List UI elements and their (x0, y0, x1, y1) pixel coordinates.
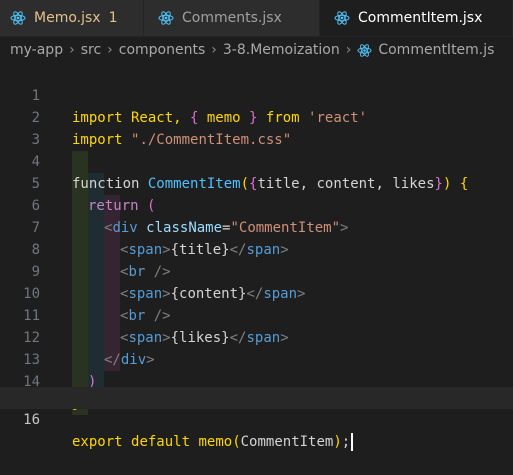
tab-bar: Memo.jsx 1 Comments.jsx CommentItem.jsx (0, 0, 513, 37)
code-line: 6 <div className="CommentItem"> (0, 173, 513, 236)
breadcrumb-item[interactable]: CommentItem.js (378, 42, 494, 58)
tab-label: Comments.jsx (182, 10, 282, 26)
line-number: 16 (23, 412, 40, 428)
breadcrumb-item[interactable]: src (81, 42, 101, 58)
code-line: 5 return ( (0, 151, 513, 214)
react-icon (10, 10, 26, 26)
current-code-line: 16 export default memo(CommentItem); (0, 387, 513, 451)
code-line: 10 <br /> (0, 261, 513, 324)
tab-comments[interactable]: Comments.jsx (144, 0, 320, 36)
code-line: 12 </div> (0, 305, 513, 368)
chevron-right-icon: › (211, 42, 217, 58)
tab-label: Memo.jsx (34, 10, 101, 26)
react-icon (357, 43, 372, 58)
tab-memo[interactable]: Memo.jsx 1 (0, 0, 144, 36)
tab-label: CommentItem.jsx (358, 10, 483, 26)
code-text: export default memo(CommentItem); (72, 431, 354, 453)
code-line: 2 import "./CommentItem.css" (0, 85, 513, 148)
breadcrumb-item[interactable]: 3-8.Memoization (223, 42, 340, 58)
code-line: 13 ) (0, 327, 513, 390)
breadcrumb: my-app › src › components › 3-8.Memoizat… (0, 37, 513, 63)
tab-commentitem[interactable]: CommentItem.jsx (320, 0, 513, 36)
code-line: 7 <span>{title}</span> (0, 195, 513, 258)
chevron-right-icon: › (69, 42, 75, 58)
code-line: 14 } (0, 349, 513, 412)
code-line: 11 <span>{likes}</span> (0, 283, 513, 346)
code-line: 3 (0, 107, 513, 148)
chevron-right-icon: › (345, 42, 352, 58)
react-icon (334, 10, 350, 26)
problem-count-badge: 1 (108, 10, 118, 26)
breadcrumb-item[interactable]: components (119, 42, 206, 58)
breadcrumb-item[interactable]: my-app (10, 42, 63, 58)
code-line: 8 <br /> (0, 217, 513, 280)
code-editor[interactable]: 1 import React, { memo } from 'react' 2 … (0, 63, 513, 451)
code-line: 9 <span>{content}</span> (0, 239, 513, 302)
text-cursor (351, 433, 354, 451)
react-icon (158, 10, 174, 26)
code-line: 4 function CommentItem({title, content, … (0, 129, 513, 192)
chevron-right-icon: › (107, 42, 113, 58)
code-line: 1 import React, { memo } from 'react' (0, 63, 513, 126)
